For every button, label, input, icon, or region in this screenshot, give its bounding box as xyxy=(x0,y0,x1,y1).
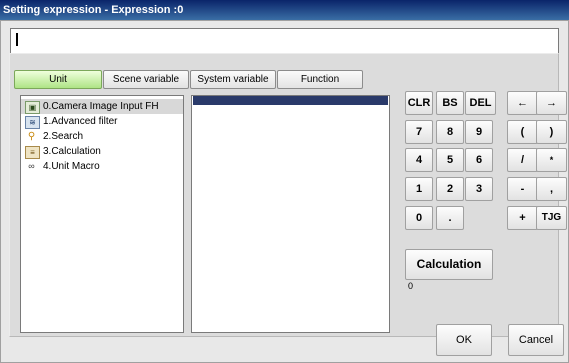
tjg-button[interactable]: TJG xyxy=(536,206,567,230)
unit-list-item-filter[interactable]: ≋ 1.Advanced filter xyxy=(21,114,183,129)
clear-button[interactable]: CLR xyxy=(405,91,433,115)
delete-button[interactable]: DEL xyxy=(465,91,496,115)
tab-scene-variable[interactable]: Scene variable xyxy=(103,70,189,89)
key-1-button[interactable]: 1 xyxy=(405,177,433,201)
macro-icon: ∞ xyxy=(28,161,35,171)
unit-item-label: 2.Search xyxy=(43,131,84,142)
cursor-left-button[interactable]: ← xyxy=(507,91,538,115)
minus-button[interactable]: - xyxy=(507,177,538,201)
unit-list-item-search[interactable]: ⚲ 2.Search xyxy=(21,129,183,144)
plus-button[interactable]: + xyxy=(507,206,538,230)
window-title: Setting expression - Expression :0 xyxy=(3,4,184,16)
key-6-button[interactable]: 6 xyxy=(465,148,493,172)
unit-item-label: 3.Calculation xyxy=(43,146,101,157)
tab-system-variable[interactable]: System variable xyxy=(190,70,276,89)
key-5-button[interactable]: 5 xyxy=(436,148,464,172)
variable-list[interactable] xyxy=(191,95,390,333)
unit-list-item-camera[interactable]: ▣ 0.Camera Image Input FH xyxy=(21,99,183,114)
cancel-button[interactable]: Cancel xyxy=(508,324,564,356)
cursor-right-button[interactable]: → xyxy=(536,91,567,115)
key-0-button[interactable]: 0 xyxy=(405,206,433,230)
key-3-button[interactable]: 3 xyxy=(465,177,493,201)
multiply-button[interactable]: * xyxy=(536,148,567,172)
title-bar: Setting expression - Expression :0 xyxy=(0,0,569,20)
key-9-button[interactable]: 9 xyxy=(465,120,493,144)
search-icon: ⚲ xyxy=(27,131,36,142)
unit-list: ▣ 0.Camera Image Input FH ≋ 1.Advanced f… xyxy=(20,95,184,333)
ok-button[interactable]: OK xyxy=(436,324,492,356)
calculation-button[interactable]: Calculation xyxy=(405,249,493,280)
key-4-button[interactable]: 4 xyxy=(405,148,433,172)
unit-list-item-macro[interactable]: ∞ 4.Unit Macro xyxy=(21,159,183,174)
camera-icon: ▣ xyxy=(25,101,40,114)
tab-unit[interactable]: Unit xyxy=(14,70,102,89)
tab-function[interactable]: Function xyxy=(277,70,363,89)
unit-list-item-calculation[interactable]: ≡ 3.Calculation xyxy=(21,144,183,159)
unit-item-label: 0.Camera Image Input FH xyxy=(43,101,159,112)
filter-icon: ≋ xyxy=(25,116,40,129)
divide-button[interactable]: / xyxy=(507,148,538,172)
calculator-icon: ≡ xyxy=(25,146,40,159)
decimal-point-button[interactable]: . xyxy=(436,206,464,230)
backspace-button[interactable]: BS xyxy=(436,91,464,115)
text-caret xyxy=(16,33,18,46)
variable-list-selection xyxy=(193,96,388,105)
comma-button[interactable]: , xyxy=(536,177,567,201)
unit-item-label: 1.Advanced filter xyxy=(43,116,118,127)
left-paren-button[interactable]: ( xyxy=(507,120,538,144)
key-2-button[interactable]: 2 xyxy=(436,177,464,201)
unit-item-label: 4.Unit Macro xyxy=(43,161,100,172)
key-8-button[interactable]: 8 xyxy=(436,120,464,144)
key-7-button[interactable]: 7 xyxy=(405,120,433,144)
calculation-result: 0 xyxy=(408,281,414,291)
right-paren-button[interactable]: ) xyxy=(536,120,567,144)
